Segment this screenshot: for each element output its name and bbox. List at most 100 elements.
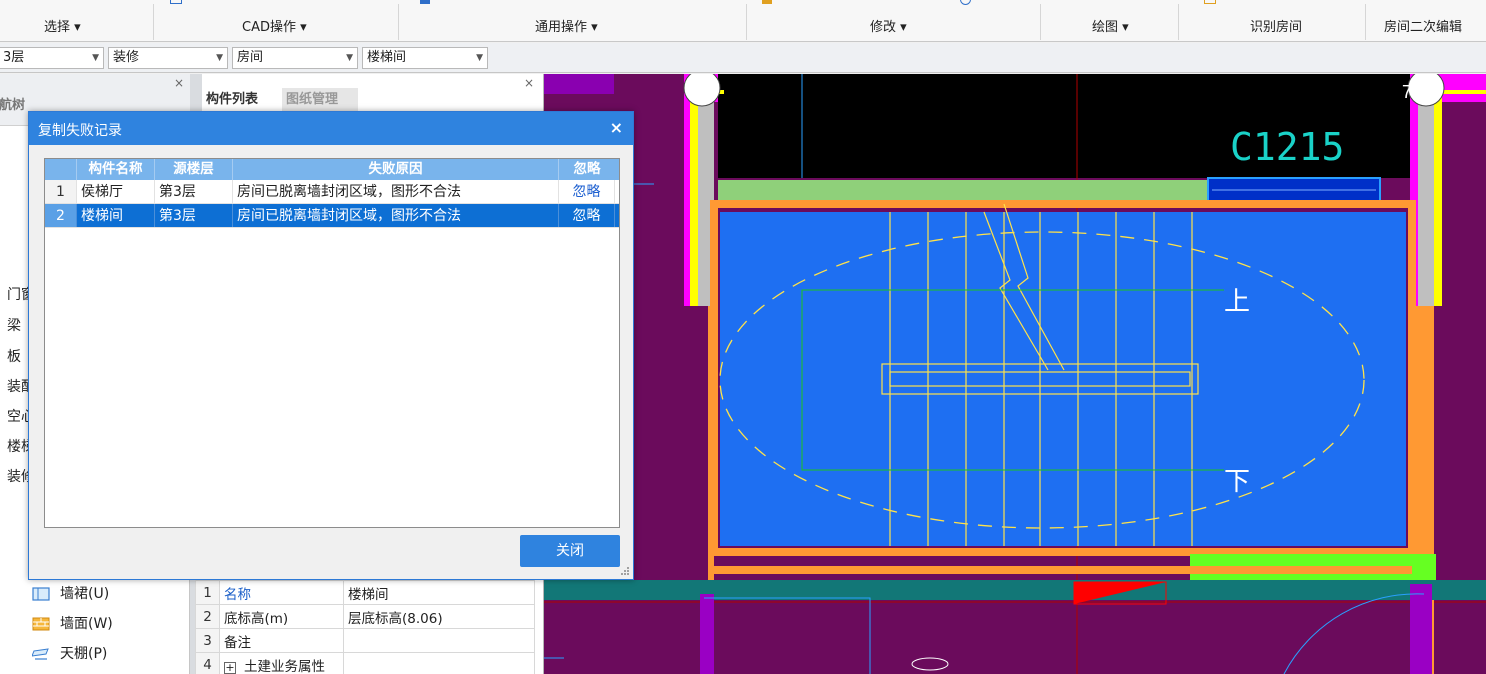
- component-select-value: 楼梯间: [367, 50, 407, 65]
- row-number: 3: [195, 628, 220, 653]
- cell-reason: 房间已脱离墙封闭区域，图形不合法: [233, 180, 559, 203]
- cad-fixture: [911, 657, 949, 671]
- floor-select[interactable]: 3层 ▼: [0, 47, 104, 69]
- table-row[interactable]: 2 楼梯间 第3层 房间已脱离墙封闭区域，图形不合法 忽略: [45, 204, 619, 228]
- nav-item-label: 天棚(P): [60, 646, 108, 662]
- property-value[interactable]: 楼梯间: [343, 580, 535, 605]
- cad-wall: [1418, 94, 1434, 306]
- table-row[interactable]: 1 侯梯厅 第3层 房间已脱离墙封闭区域，图形不合法 忽略: [45, 180, 619, 204]
- row-number: 2: [45, 204, 77, 227]
- table-row[interactable]: 4 + 土建业务属性: [195, 652, 535, 674]
- ribbon-separator: [746, 4, 747, 40]
- property-value[interactable]: [343, 628, 535, 653]
- close-button[interactable]: 关闭: [520, 535, 620, 567]
- cad-stair-up-label: 上: [1224, 286, 1250, 316]
- cad-drawing: 7-8 7-11 C1215 上 下: [544, 74, 1486, 674]
- resize-grip-icon[interactable]: [620, 566, 630, 576]
- row-number: 4: [195, 652, 220, 674]
- failure-grid: 构件名称 源楼层 失败原因 忽略 1 侯梯厅 第3层 房间已脱离墙封闭区域，图形…: [44, 158, 620, 528]
- ignore-link[interactable]: 忽略: [559, 180, 615, 203]
- dialog-titlebar[interactable]: 复制失败记录 ×: [29, 112, 633, 145]
- cell-name: 侯梯厅: [77, 180, 155, 203]
- row-number: 1: [45, 180, 77, 203]
- ribbon-separator: [1365, 4, 1366, 40]
- cad-wall: [1434, 84, 1442, 306]
- nav-item-ceiling[interactable]: 天棚(P): [32, 643, 182, 665]
- property-value[interactable]: 层底标高(8.06): [343, 604, 535, 629]
- ribbon-group-cad[interactable]: CAD操作 ▾: [242, 16, 307, 35]
- nav-item-wainscot[interactable]: 墙裙(U): [32, 583, 182, 605]
- ignore-link[interactable]: 忽略: [559, 204, 615, 227]
- cad-grid-label: 7-11: [1402, 82, 1437, 102]
- chevron-down-icon: ▼: [92, 53, 99, 63]
- property-name: 底标高(m): [219, 604, 344, 629]
- property-group[interactable]: + 土建业务属性: [219, 652, 344, 674]
- nav-item-partial[interactable]: 梁: [7, 315, 21, 335]
- component-select[interactable]: 楼梯间 ▼: [362, 47, 488, 69]
- property-name: 备注: [219, 628, 344, 653]
- row-number: 2: [195, 604, 220, 629]
- ribbon-partial-icon: [170, 0, 182, 4]
- category-select[interactable]: 装修 ▼: [108, 47, 228, 69]
- column-header-reason[interactable]: 失败原因: [233, 159, 559, 180]
- property-name: 名称: [219, 580, 344, 605]
- grid-header: 构件名称 源楼层 失败原因 忽略: [45, 159, 619, 180]
- ribbon-room-second-edit[interactable]: 房间二次编辑: [1384, 16, 1462, 35]
- floor-select-value: 3层: [3, 50, 25, 65]
- ribbon-group-draw[interactable]: 绘图 ▾: [1092, 16, 1129, 35]
- property-table: 1 名称 楼梯间 2 底标高(m) 层底标高(8.06) 3 备注 4 + 土建业…: [195, 580, 535, 674]
- close-icon[interactable]: ×: [610, 118, 623, 137]
- chevron-down-icon: ▼: [216, 53, 223, 63]
- ceiling-icon: [32, 648, 49, 660]
- nav-item-label: 墙面(W): [60, 616, 113, 632]
- column-header-floor[interactable]: 源楼层: [155, 159, 233, 180]
- cad-window-label: C1215: [1230, 125, 1344, 169]
- table-row[interactable]: 3 备注: [195, 628, 535, 653]
- nav-item-partial[interactable]: 板: [7, 346, 21, 366]
- type-select[interactable]: 房间 ▼: [232, 47, 358, 69]
- cad-canvas[interactable]: 7-8 7-11 C1215 上 下: [544, 74, 1486, 674]
- ribbon-group-select[interactable]: 选择 ▾: [44, 16, 81, 35]
- ribbon-group-common[interactable]: 通用操作 ▾: [535, 16, 598, 35]
- cell-floor: 第3层: [155, 180, 233, 203]
- wainscot-icon: [32, 587, 50, 601]
- cad-wall: [544, 74, 614, 94]
- ribbon-separator: [398, 4, 399, 40]
- close-icon[interactable]: ×: [524, 76, 534, 90]
- ribbon-partial-icon: [762, 0, 772, 4]
- cad-door-line: [704, 597, 871, 674]
- column-header-ignore[interactable]: 忽略: [559, 159, 615, 180]
- cad-wall: [1410, 584, 1432, 674]
- table-row[interactable]: 2 底标高(m) 层底标高(8.06): [195, 604, 535, 629]
- type-select-value: 房间: [237, 50, 264, 65]
- tab-component-list[interactable]: 构件列表: [202, 88, 278, 112]
- ribbon-partial-icon: [1204, 0, 1216, 4]
- nav-item-wall-surface[interactable]: 墙面(W): [32, 613, 182, 635]
- table-row[interactable]: 1 名称 楼梯间: [195, 580, 535, 605]
- expand-icon[interactable]: +: [224, 661, 236, 674]
- ribbon-group-modify[interactable]: 修改 ▾: [870, 16, 907, 35]
- row-number: 1: [195, 580, 220, 605]
- ribbon-identify-room[interactable]: 识别房间: [1250, 16, 1302, 35]
- property-group-label: 土建业务属性: [244, 658, 325, 674]
- cad-wall: [714, 566, 1412, 574]
- dialog-title: 复制失败记录: [38, 123, 122, 139]
- ribbon-partial-icon: [960, 0, 971, 5]
- cad-grid-label: 7-8: [686, 82, 712, 102]
- wall-surface-icon: [32, 617, 50, 631]
- chevron-down-icon: ▼: [476, 53, 483, 63]
- navigation-tree-title: 导航树: [0, 98, 26, 113]
- cad-stair-down-label: 下: [1224, 466, 1250, 496]
- tab-drawing-manager[interactable]: 图纸管理: [282, 88, 358, 112]
- cell-reason: 房间已脱离墙封闭区域，图形不合法: [233, 204, 559, 227]
- cad-wall: [690, 84, 698, 306]
- property-value: [343, 652, 535, 674]
- nav-item-label: 墙裙(U): [60, 586, 110, 602]
- cell-name: 楼梯间: [77, 204, 155, 227]
- cad-wall: [700, 594, 714, 674]
- close-icon[interactable]: ×: [174, 76, 184, 90]
- column-header-name[interactable]: 构件名称: [77, 159, 155, 180]
- ribbon-separator: [153, 4, 154, 40]
- floor-toolbar: 3层 ▼ 装修 ▼ 房间 ▼ 楼梯间 ▼: [0, 43, 1486, 73]
- ribbon-separator: [1178, 4, 1179, 40]
